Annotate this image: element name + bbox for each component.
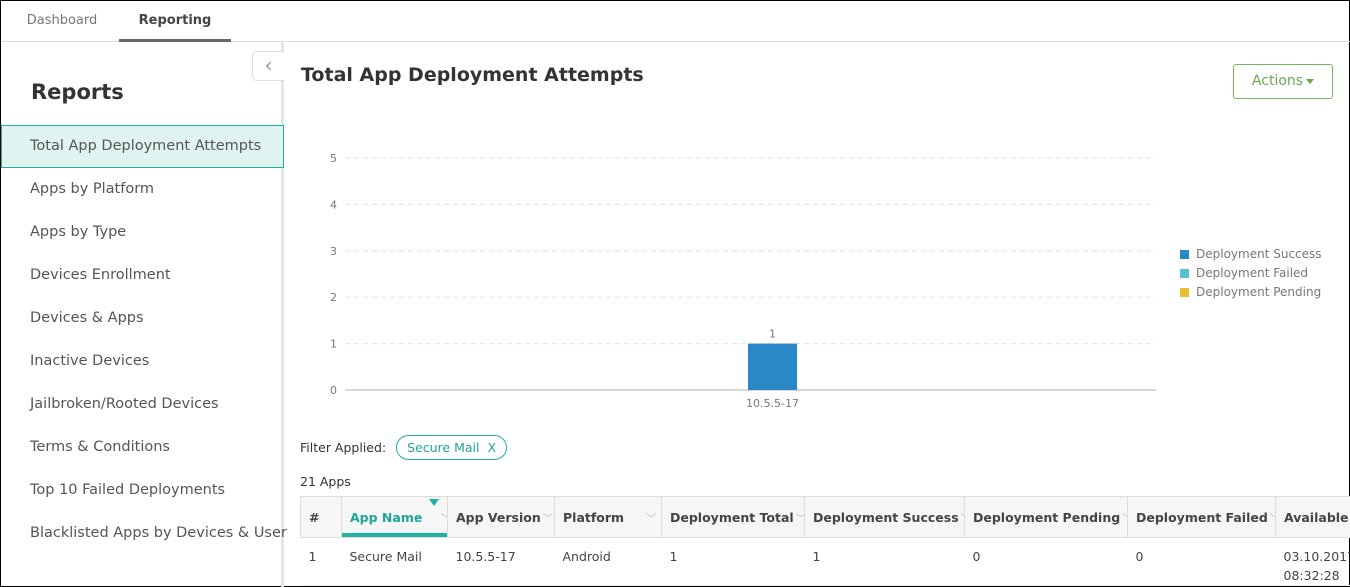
legend-swatch	[1180, 288, 1189, 297]
legend-item[interactable]: Deployment Success	[1180, 247, 1322, 266]
legend-label: Deployment Failed	[1196, 266, 1309, 280]
report-list: Total App Deployment Attempts Apps by Pl…	[1, 125, 287, 555]
collapse-sidebar-button[interactable]: ‹	[252, 51, 284, 81]
tab-reporting[interactable]: Reporting	[119, 1, 231, 42]
cell-deployment-success: 1	[804, 537, 965, 586]
cell-available-date: 03.10.2017 08:32:28	[1275, 537, 1350, 586]
chart-legend: Deployment Success Deployment Failed Deplo…	[1180, 247, 1322, 304]
sidebar-item-top10-failed[interactable]: Top 10 Failed Deployments	[1, 469, 284, 512]
sidebar-item-devices-enrollment[interactable]: Devices Enrollment	[1, 254, 284, 297]
table-row[interactable]: 1 Secure Mail 10.5.5-17 Android 1 1 0 0 …	[300, 537, 1350, 586]
sidebar-item-devices-apps[interactable]: Devices & Apps	[1, 297, 284, 340]
legend-swatch	[1180, 250, 1189, 259]
table-header-row: # App Name ﹀ App Version﹀ Platform﹀ Depl…	[300, 496, 1350, 538]
column-header-deployment-failed[interactable]: Deployment Failed﹀	[1127, 496, 1276, 538]
column-header-deployment-success[interactable]: Deployment Success﹀	[804, 496, 965, 538]
chevron-down-icon[interactable]: ﹀	[646, 514, 656, 525]
tab-dashboard[interactable]: Dashboard	[1, 1, 123, 42]
cell-app-name: Secure Mail	[341, 537, 448, 586]
cell-index: 1	[300, 537, 342, 586]
apps-table-container: # App Name ﹀ App Version﹀ Platform﹀ Depl…	[300, 496, 1350, 586]
x-tick-label: 10.5.5-17	[746, 397, 799, 410]
y-tick-label: 3	[330, 245, 337, 258]
column-header-platform[interactable]: Platform ﹀	[554, 496, 662, 538]
cell-deployment-failed: 0	[1127, 537, 1276, 586]
filter-chip-label: Secure Mail	[407, 440, 480, 455]
legend-label: Deployment Pending	[1196, 285, 1322, 299]
legend-swatch	[1180, 269, 1189, 278]
sidebar-item-jailbroken-devices[interactable]: Jailbroken/Rooted Devices	[1, 383, 284, 426]
cell-deployment-total: 1	[661, 537, 805, 586]
cell-platform: Android	[554, 537, 662, 586]
y-tick-label: 1	[330, 338, 337, 351]
column-header-deployment-total[interactable]: Deployment Total﹀	[661, 496, 805, 538]
sidebar-item-apps-by-platform[interactable]: Apps by Platform	[1, 168, 284, 211]
top-navigation: Dashboard Reporting	[1, 1, 1350, 42]
cell-deployment-pending: 0	[964, 537, 1128, 586]
reports-sidebar: ‹ Reports Total App Deployment Attempts …	[1, 42, 287, 587]
apps-table: # App Name ﹀ App Version﹀ Platform﹀ Depl…	[300, 496, 1350, 586]
legend-item[interactable]: Deployment Failed	[1180, 266, 1322, 285]
sidebar-title: Reports	[31, 80, 124, 104]
remove-filter-icon[interactable]: X	[487, 440, 496, 455]
cell-app-version: 10.5.5-17	[447, 537, 555, 586]
y-tick-label: 2	[330, 291, 337, 304]
sidebar-item-apps-by-type[interactable]: Apps by Type	[1, 211, 284, 254]
report-content: Total App Deployment Attempts Actions 01…	[287, 42, 1350, 587]
column-header-app-name[interactable]: App Name ﹀	[341, 496, 448, 538]
filter-chip[interactable]: Secure Mail X	[396, 435, 508, 460]
column-header-index: #	[300, 496, 342, 538]
chevron-left-icon: ‹	[264, 53, 273, 77]
filter-active-icon	[429, 499, 439, 506]
deployment-chart: 0 1 2 3 4 5 1 10.5.5-17	[330, 152, 1156, 410]
filter-label: Filter Applied:	[300, 440, 387, 455]
sidebar-item-total-app-deployment-attempts[interactable]: Total App Deployment Attempts	[1, 125, 284, 168]
sidebar-item-inactive-devices[interactable]: Inactive Devices	[1, 340, 284, 383]
chevron-down-icon[interactable]: ﹀	[441, 514, 447, 525]
y-tick-label: 4	[330, 198, 337, 211]
results-count: 21 Apps	[300, 474, 351, 489]
filter-bar: Filter Applied: Secure Mail X	[300, 435, 508, 460]
bar-deployment-success	[748, 343, 797, 390]
y-tick-label: 5	[330, 152, 337, 165]
legend-label: Deployment Success	[1196, 247, 1322, 261]
column-header-available-date[interactable]: Available D	[1275, 496, 1350, 538]
column-header-deployment-pending[interactable]: Deployment Pending﹀	[964, 496, 1128, 538]
sidebar-item-blacklisted-apps[interactable]: Blacklisted Apps by Devices & User	[1, 512, 287, 555]
legend-item[interactable]: Deployment Pending	[1180, 285, 1322, 304]
data-label: 1	[769, 328, 776, 341]
column-header-app-version[interactable]: App Version ﹀	[447, 496, 555, 538]
y-tick-label: 0	[330, 384, 337, 397]
chevron-down-icon[interactable]: ﹀	[543, 514, 553, 525]
chevron-down-icon[interactable]: ﹀	[796, 514, 804, 525]
sidebar-item-terms-conditions[interactable]: Terms & Conditions	[1, 426, 284, 469]
